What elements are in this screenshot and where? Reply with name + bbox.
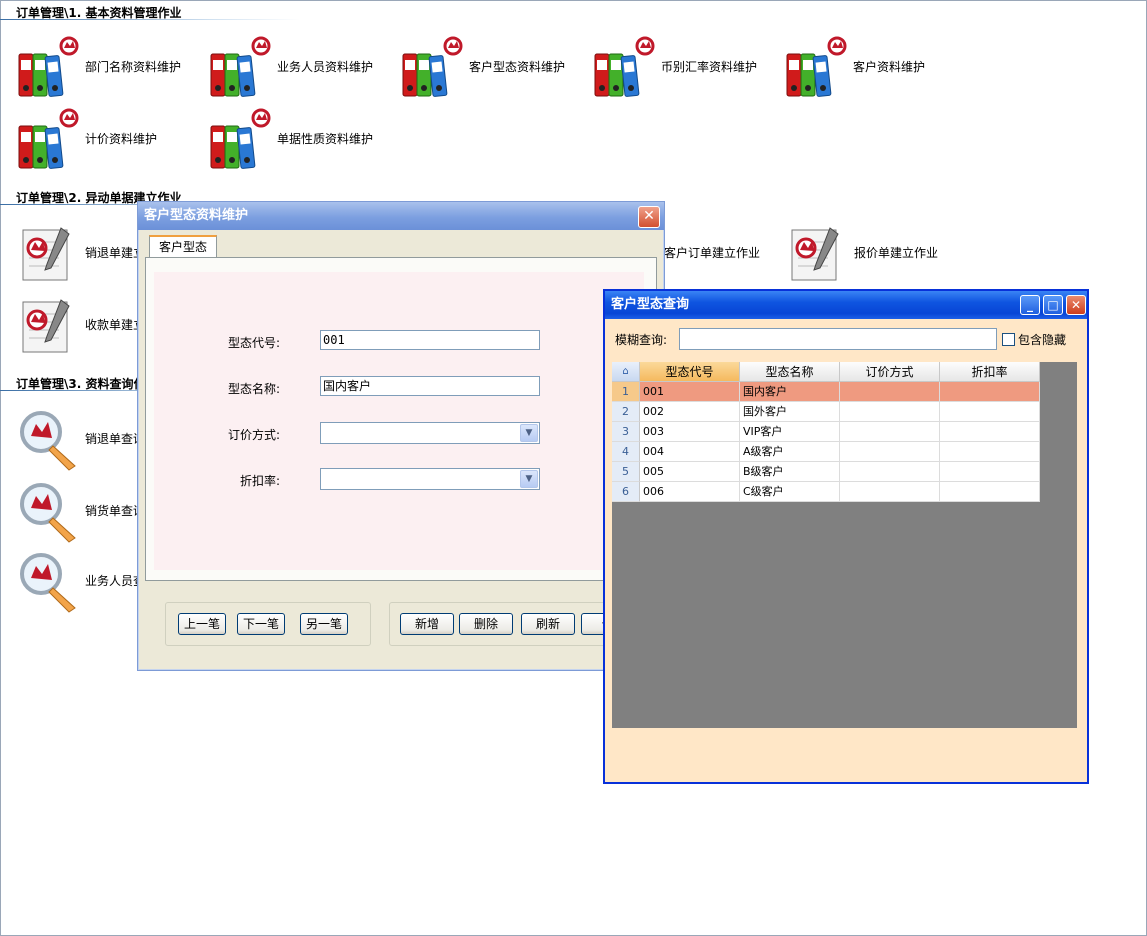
row-number[interactable]: 2 bbox=[612, 402, 640, 422]
name-field[interactable]: 国内客户 bbox=[320, 376, 540, 396]
magnifier-icon bbox=[17, 408, 81, 472]
form-area: 型态代号: 001 型态名称: 国内客户 订价方式: ▼ 折扣率: ▼ bbox=[154, 272, 644, 570]
pricing-label: 订价方式: bbox=[227, 428, 280, 442]
table-cell[interactable]: 005 bbox=[640, 462, 740, 482]
column-header-code[interactable]: 型态代号 bbox=[640, 362, 740, 382]
maximize-icon[interactable]: □ bbox=[1043, 295, 1063, 315]
menu-item-pricing[interactable]: 计价资料维护 bbox=[17, 108, 192, 172]
row-number[interactable]: 6 bbox=[612, 482, 640, 502]
chevron-down-icon[interactable]: ▼ bbox=[520, 424, 538, 442]
other-record-button[interactable]: 另一笔 bbox=[300, 613, 348, 635]
menu-item-label: 客户订单建立作业 bbox=[664, 246, 761, 260]
include-hidden-checkbox[interactable] bbox=[1002, 333, 1015, 346]
magnifier-icon bbox=[17, 480, 81, 544]
menu-item-label: 客户型态资料维护 bbox=[469, 60, 566, 74]
tab-panel: 型态代号: 001 型态名称: 国内客户 订价方式: ▼ 折扣率: ▼ bbox=[145, 257, 657, 581]
table-cell[interactable] bbox=[940, 382, 1040, 402]
menu-item-department[interactable]: 部门名称资料维护 bbox=[17, 36, 192, 100]
minimize-icon[interactable]: _ bbox=[1020, 295, 1040, 315]
customer-type-dialog: 客户型态资料维护 ✕ 客户型态 型态代号: 001 型态名称: 国内客户 订价方… bbox=[137, 201, 665, 671]
code-label: 型态代号: bbox=[227, 336, 280, 350]
column-header-name[interactable]: 型态名称 bbox=[740, 362, 840, 382]
discount-label: 折扣率: bbox=[239, 474, 280, 488]
close-icon[interactable]: ✕ bbox=[1066, 295, 1086, 315]
chevron-down-icon[interactable]: ▼ bbox=[520, 470, 538, 488]
table-cell[interactable] bbox=[940, 482, 1040, 502]
menu-item-label: 报价单建立作业 bbox=[854, 246, 939, 260]
table-cell[interactable] bbox=[840, 482, 940, 502]
row-number[interactable]: 4 bbox=[612, 442, 640, 462]
include-hidden-label: 包含隐藏 bbox=[1018, 333, 1067, 347]
add-button[interactable]: 新增 bbox=[400, 613, 454, 635]
menu-item-currency[interactable]: 币别汇率资料维护 bbox=[593, 36, 768, 100]
menu-item-salesperson[interactable]: 业务人员资料维护 bbox=[209, 36, 384, 100]
binder-icon bbox=[209, 36, 273, 100]
delete-button[interactable]: 删除 bbox=[459, 613, 513, 635]
table-cell[interactable] bbox=[940, 402, 1040, 422]
menu-item-label: 部门名称资料维护 bbox=[85, 60, 182, 74]
search-input[interactable] bbox=[679, 328, 997, 350]
menu-item-label: 币别汇率资料维护 bbox=[661, 60, 758, 74]
menu-item-quotation[interactable]: 报价单建立作业 bbox=[786, 222, 961, 286]
discount-select[interactable]: ▼ bbox=[320, 468, 540, 490]
customer-type-query-window: 客户型态查询 _ □ ✕ 模糊查询: 包含隐藏 ⌂ 型态代号 型态名称 订价方式… bbox=[603, 289, 1089, 784]
table-cell[interactable] bbox=[840, 462, 940, 482]
table-cell[interactable] bbox=[840, 422, 940, 442]
table-cell[interactable]: 国内客户 bbox=[740, 382, 840, 402]
table-cell[interactable]: C级客户 bbox=[740, 482, 840, 502]
binder-icon bbox=[785, 36, 849, 100]
grid-corner-icon[interactable]: ⌂ bbox=[612, 362, 640, 382]
menu-item-customer[interactable]: 客户资料维护 bbox=[785, 36, 960, 100]
dialog-title[interactable]: 客户型态资料维护 bbox=[138, 202, 664, 230]
table-cell[interactable]: B级客户 bbox=[740, 462, 840, 482]
table-cell[interactable]: VIP客户 bbox=[740, 422, 840, 442]
form-icon bbox=[786, 222, 850, 286]
name-label: 型态名称: bbox=[227, 382, 280, 396]
table-cell[interactable]: 002 bbox=[640, 402, 740, 422]
query-window-title[interactable]: 客户型态查询 bbox=[605, 291, 1087, 319]
table-cell[interactable]: 001 bbox=[640, 382, 740, 402]
menu-item-customer-type[interactable]: 客户型态资料维护 bbox=[401, 36, 576, 100]
table-cell[interactable]: 004 bbox=[640, 442, 740, 462]
column-header-pricing[interactable]: 订价方式 bbox=[840, 362, 940, 382]
table-cell[interactable]: 国外客户 bbox=[740, 402, 840, 422]
magnifier-icon bbox=[17, 550, 81, 614]
table-cell[interactable] bbox=[940, 422, 1040, 442]
menu-item-label: 计价资料维护 bbox=[85, 132, 158, 146]
menu-item-label: 业务人员资料维护 bbox=[277, 60, 374, 74]
table-cell[interactable]: 003 bbox=[640, 422, 740, 442]
column-header-discount[interactable]: 折扣率 bbox=[940, 362, 1040, 382]
prev-record-button[interactable]: 上一笔 bbox=[178, 613, 226, 635]
table-cell[interactable]: 006 bbox=[640, 482, 740, 502]
binder-icon bbox=[17, 108, 81, 172]
row-number[interactable]: 5 bbox=[612, 462, 640, 482]
tab-customer-type[interactable]: 客户型态 bbox=[149, 235, 217, 259]
table-cell[interactable] bbox=[940, 442, 1040, 462]
table-cell[interactable] bbox=[840, 402, 940, 422]
table-cell[interactable] bbox=[940, 462, 1040, 482]
pricing-select[interactable]: ▼ bbox=[320, 422, 540, 444]
row-number[interactable]: 1 bbox=[612, 382, 640, 402]
binder-icon bbox=[593, 36, 657, 100]
code-field[interactable]: 001 bbox=[320, 330, 540, 350]
table-cell[interactable] bbox=[840, 382, 940, 402]
row-number[interactable]: 3 bbox=[612, 422, 640, 442]
nav-button-group: 上一笔 下一笔 另一笔 bbox=[165, 602, 371, 646]
table-cell[interactable]: A级客户 bbox=[740, 442, 840, 462]
search-label: 模糊查询: bbox=[615, 333, 668, 347]
form-icon bbox=[17, 294, 81, 358]
refresh-button[interactable]: 刷新 bbox=[521, 613, 575, 635]
close-icon[interactable]: ✕ bbox=[638, 206, 660, 228]
binder-icon bbox=[401, 36, 465, 100]
form-icon bbox=[17, 222, 81, 286]
menu-item-doc-type[interactable]: 单据性质资料维护 bbox=[209, 108, 384, 172]
section-divider bbox=[0, 19, 300, 20]
binder-icon bbox=[209, 108, 273, 172]
binder-icon bbox=[17, 36, 81, 100]
menu-item-label: 客户资料维护 bbox=[853, 60, 926, 74]
next-record-button[interactable]: 下一笔 bbox=[237, 613, 285, 635]
query-grid: ⌂ 型态代号 型态名称 订价方式 折扣率 1 001 国内客户 2 002 国外… bbox=[612, 362, 1077, 728]
menu-item-label: 单据性质资料维护 bbox=[277, 132, 374, 146]
table-cell[interactable] bbox=[840, 442, 940, 462]
